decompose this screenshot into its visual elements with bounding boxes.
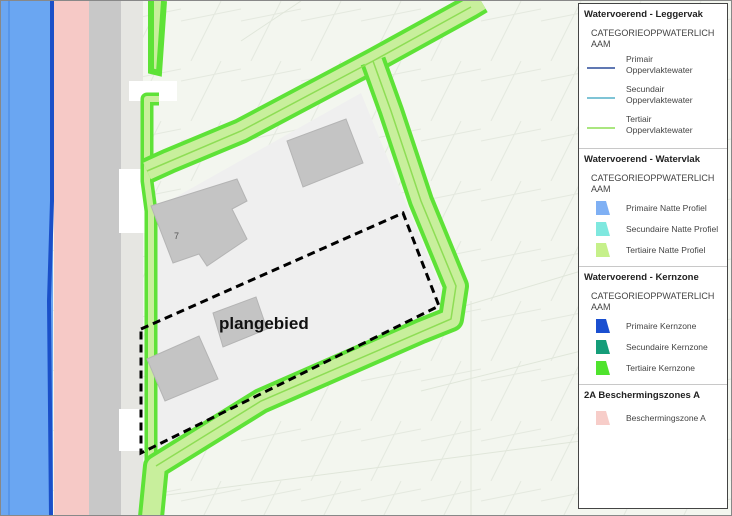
legend-item-label: Secundair Oppervlaktewater	[626, 84, 693, 105]
plan-area-label: plangebied	[219, 314, 309, 333]
legend-field-name: CATEGORIEOPPWATERLICH AAM	[591, 173, 715, 194]
legend-section: 2A Beschermingszones A Beschermingszone A	[579, 385, 727, 434]
legend-polygon-swatch	[596, 319, 610, 333]
house-number-label: 7	[174, 231, 179, 241]
map-viewer[interactable]: 7 plangebied Watervoerend - Leggervak CAT…	[0, 0, 732, 516]
legend-polygon-swatch	[596, 340, 610, 354]
legend-polygon-swatch	[596, 361, 610, 375]
legend-line-swatch	[587, 97, 615, 99]
legend-item: Beschermingszone A	[579, 407, 727, 428]
legend-item: Secundair Oppervlaktewater	[579, 82, 727, 112]
legend-polygon-mark	[596, 243, 610, 257]
legend-line-swatch	[587, 67, 615, 69]
legend-section-title: Watervoerend - Watervlak	[584, 154, 700, 165]
legend-polygon-swatch	[596, 243, 610, 257]
legend-item-label: Tertiaire Natte Profiel	[626, 245, 706, 255]
legend-item: Tertiair Oppervlaktewater	[579, 112, 727, 142]
legend-field-name: CATEGORIEOPPWATERLICH AAM	[591, 28, 715, 49]
legend-section-padding	[579, 260, 727, 266]
legend-item-label: Secundaire Kernzone	[626, 342, 708, 352]
legend-item-label: Primaire Kernzone	[626, 321, 697, 331]
legend-item-label: Tertiair Oppervlaktewater	[626, 114, 693, 135]
legend-item-label: Beschermingszone A	[626, 413, 706, 423]
legend-section-title: Watervoerend - Leggervak	[584, 9, 703, 20]
legend-section-title: Watervoerend - Kernzone	[584, 272, 699, 283]
legend-polygon-mark	[596, 222, 610, 236]
legend-polygon-mark	[596, 319, 610, 333]
protection-zone-a	[54, 1, 94, 515]
legend-polygon-mark	[596, 411, 610, 425]
tertiary-ditch-top	[148, 1, 167, 77]
legend-item-label: Primair Oppervlaktewater	[626, 54, 693, 75]
legend-item: Tertiaire Natte Profiel	[579, 239, 727, 260]
legend-section-padding	[579, 142, 727, 148]
legend-polygon-swatch	[596, 222, 610, 236]
legend-field-name: CATEGORIEOPPWATERLICH AAM	[591, 291, 715, 312]
legend-section: Watervoerend - Watervlak CATEGORIEOPPWATE…	[579, 149, 727, 267]
road	[89, 1, 123, 515]
legend-item-label: Tertiaire Kernzone	[626, 363, 695, 373]
legend-polygon-swatch	[596, 201, 610, 215]
legend-polygon-mark	[596, 361, 610, 375]
legend-section-padding	[579, 428, 727, 434]
legend-polygon-mark	[596, 201, 610, 215]
legend-item-label: Secundaire Natte Profiel	[626, 224, 719, 234]
legend-item: Tertiaire Kernzone	[579, 357, 727, 378]
legend-item-label: Primaire Natte Profiel	[626, 203, 707, 213]
legend-item: Secundaire Natte Profiel	[579, 218, 727, 239]
legend-section-title: 2A Beschermingszones A	[584, 390, 700, 401]
legend-item: Primaire Kernzone	[579, 315, 727, 336]
legend-item: Primair Oppervlaktewater	[579, 52, 727, 82]
legend-section: Watervoerend - Kernzone CATEGORIEOPPWATER…	[579, 267, 727, 385]
legend-polygon-swatch	[596, 411, 610, 425]
legend-panel[interactable]: Watervoerend - Leggervak CATEGORIEOPPWATE…	[578, 3, 728, 509]
legend-section: Watervoerend - Leggervak CATEGORIEOPPWATE…	[579, 4, 727, 149]
legend-item: Secundaire Kernzone	[579, 336, 727, 357]
legend-item: Primaire Natte Profiel	[579, 197, 727, 218]
legend-section-padding	[579, 378, 727, 384]
legend-line-swatch	[587, 127, 615, 129]
legend-polygon-mark	[596, 340, 610, 354]
